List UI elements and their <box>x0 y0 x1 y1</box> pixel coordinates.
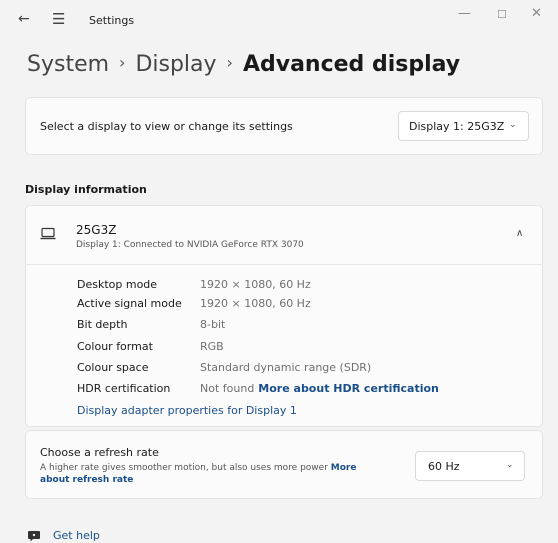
help-icon <box>28 531 40 542</box>
maximize-button[interactable]: ☐ <box>497 8 507 21</box>
monitor-icon <box>40 227 56 240</box>
chevron-up-icon[interactable]: ∧ <box>516 228 523 239</box>
info-label: Desktop mode <box>77 278 158 291</box>
display-information-heading: Display information <box>25 183 147 196</box>
hdr-status: Not found <box>200 382 255 395</box>
display-adapter-properties-link[interactable]: Display adapter properties for Display 1 <box>77 404 297 417</box>
breadcrumb-advanced-display: Advanced display <box>242 52 461 77</box>
select-display-card: Select a display to view or change its s… <box>25 97 543 155</box>
hdr-certification-link[interactable]: More about HDR certification <box>258 382 439 395</box>
back-arrow-icon[interactable]: ← <box>18 11 30 27</box>
title-bar: ← ☰ Settings — ☐ ✕ <box>0 0 558 40</box>
monitor-name: 25G3Z <box>76 223 117 237</box>
info-value: 8-bit <box>200 318 226 331</box>
info-label: HDR certification <box>77 382 171 395</box>
breadcrumb-system[interactable]: System <box>27 52 109 77</box>
display-select-dropdown[interactable]: Display 1: 25G3Z ⌄ <box>398 111 529 141</box>
refresh-rate-description-text: A higher rate gives smoother motion, but… <box>40 463 328 473</box>
display-select-value: Display 1: 25G3Z <box>409 120 505 133</box>
minimize-button[interactable]: — <box>458 6 471 21</box>
window-title: Settings <box>89 14 135 27</box>
info-label: Colour space <box>77 361 149 374</box>
refresh-rate-value: 60 Hz <box>428 460 460 473</box>
hamburger-menu-icon[interactable]: ☰ <box>52 10 65 28</box>
refresh-rate-title: Choose a refresh rate <box>40 446 159 459</box>
display-information-header[interactable]: 25G3Z Display 1: Connected to NVIDIA GeF… <box>26 206 542 265</box>
display-information-card: 25G3Z Display 1: Connected to NVIDIA GeF… <box>25 205 543 427</box>
chevron-down-icon: ⌄ <box>509 120 517 130</box>
info-value: 1920 × 1080, 60 Hz <box>200 278 311 291</box>
breadcrumb-separator: › <box>119 53 126 72</box>
refresh-rate-card: Choose a refresh rate A higher rate give… <box>25 430 543 499</box>
breadcrumb: System › Display › Advanced display <box>27 52 460 77</box>
refresh-rate-dropdown[interactable]: 60 Hz ⌄ <box>415 451 525 481</box>
info-label: Active signal mode <box>77 297 182 310</box>
info-label: Colour format <box>77 340 153 353</box>
info-value: RGB <box>200 340 224 353</box>
breadcrumb-separator: › <box>226 53 233 72</box>
info-value: Standard dynamic range (SDR) <box>200 361 372 374</box>
info-label: Bit depth <box>77 318 128 331</box>
info-value: 1920 × 1080, 60 Hz <box>200 297 311 310</box>
close-button[interactable]: ✕ <box>531 6 542 21</box>
select-display-label: Select a display to view or change its s… <box>40 120 293 133</box>
breadcrumb-display[interactable]: Display <box>135 52 216 77</box>
info-value: Not found More about HDR certification <box>200 382 439 395</box>
get-help-link[interactable]: Get help <box>53 529 100 542</box>
refresh-rate-description: A higher rate gives smoother motion, but… <box>40 462 370 486</box>
chevron-down-icon: ⌄ <box>506 460 514 470</box>
monitor-connection: Display 1: Connected to NVIDIA GeForce R… <box>76 240 304 250</box>
